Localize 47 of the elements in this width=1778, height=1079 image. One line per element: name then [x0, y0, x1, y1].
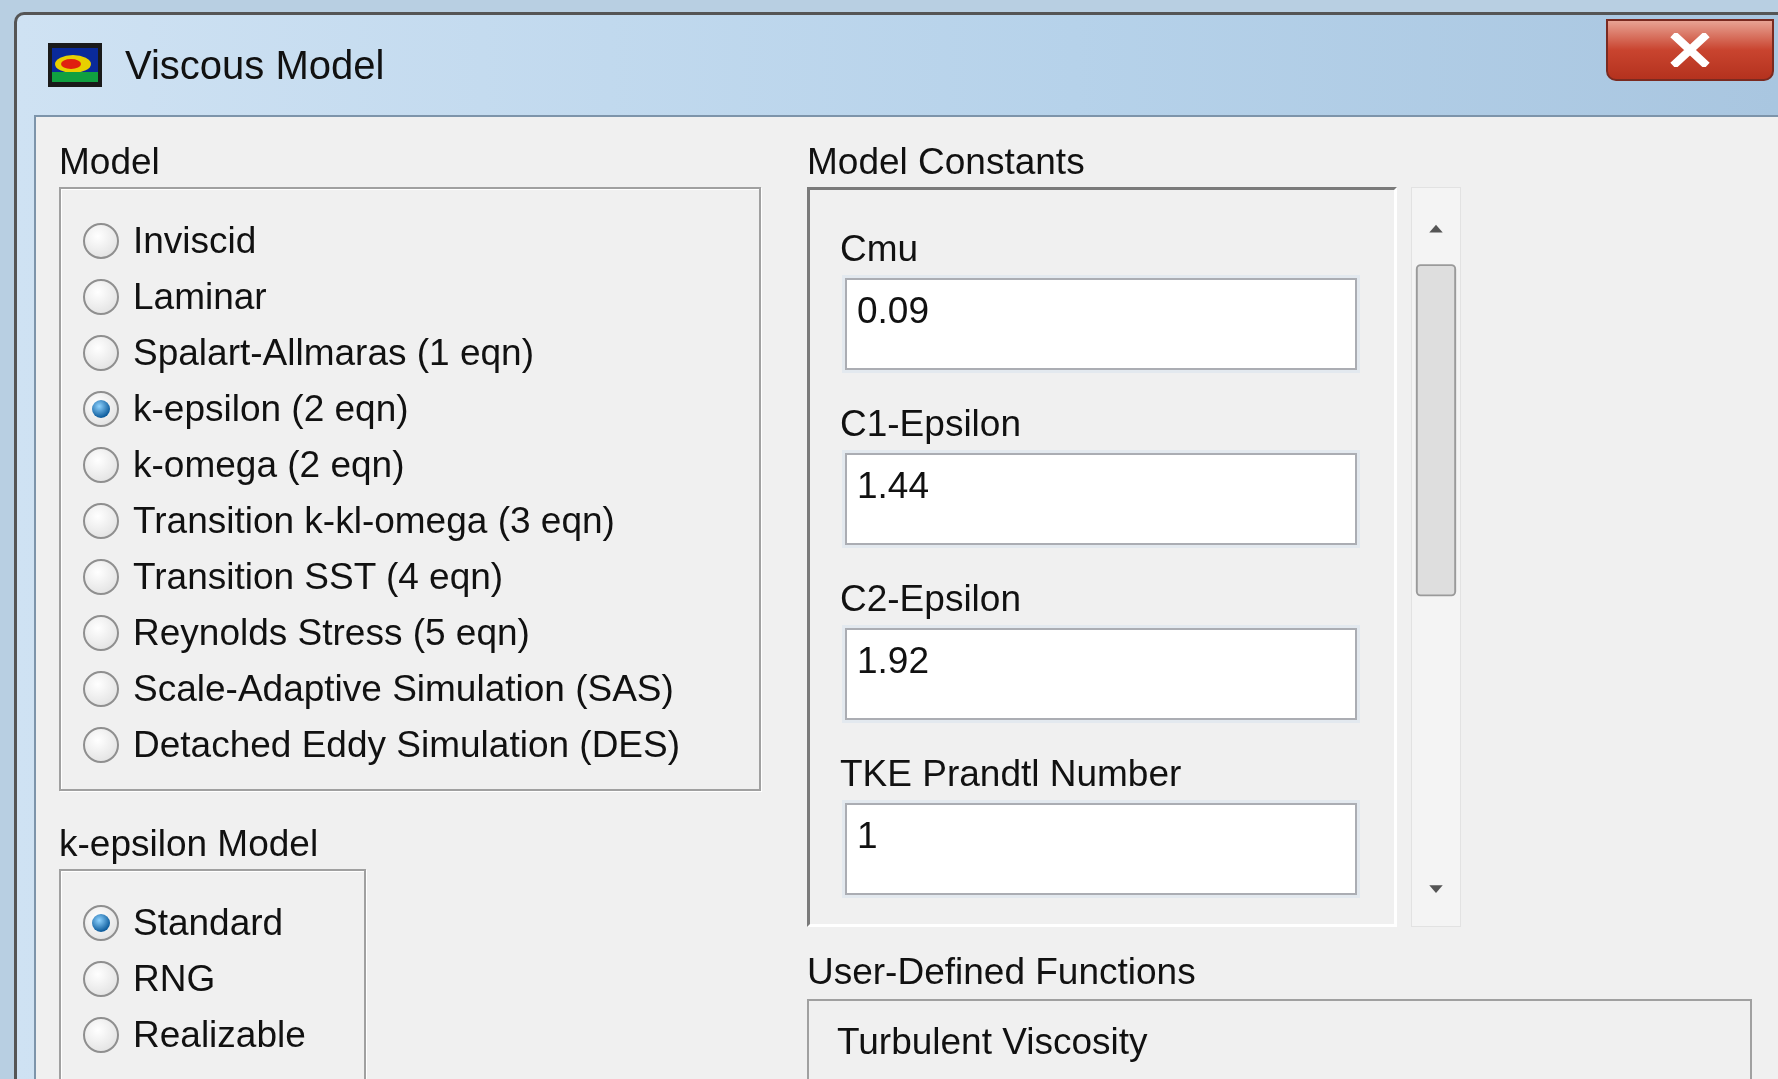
scroll-up-icon[interactable] [1429, 224, 1443, 233]
field-label: Turbulent Viscosity [837, 1021, 1148, 1062]
group-label: User-Defined Functions [807, 950, 1196, 994]
input-field[interactable]: 1.44 [845, 453, 1357, 545]
radio-label: k-omega (2 eqn) [133, 444, 405, 486]
close-icon [1670, 33, 1710, 67]
radio-button[interactable] [83, 905, 119, 941]
field-label: C2-Epsilon [840, 577, 1021, 621]
input-field[interactable]: 0.09 [845, 278, 1357, 370]
group-label: Model Constants [807, 140, 1085, 184]
radio-button[interactable] [83, 727, 119, 763]
radio-label: Detached Eddy Simulation (DES) [133, 724, 681, 766]
group-label: k-epsilon Model [59, 822, 319, 866]
radio-label: Standard [133, 902, 284, 944]
radio-label: Reynolds Stress (5 eqn) [133, 612, 530, 654]
field-label: C1-Epsilon [840, 402, 1021, 446]
scrollbar[interactable] [1411, 187, 1461, 927]
radio-button[interactable] [83, 503, 119, 539]
radio-button[interactable] [83, 335, 119, 371]
radio-button[interactable] [83, 223, 119, 259]
radio-label: RNG [133, 958, 216, 1000]
radio-button[interactable] [83, 615, 119, 651]
radio-button[interactable] [83, 559, 119, 595]
radio-label: Realizable [133, 1014, 306, 1056]
input-field[interactable]: 1.92 [845, 628, 1357, 720]
radio-label: Transition k-kl-omega (3 eqn) [133, 500, 615, 542]
window-title: Viscous Model [125, 42, 385, 88]
radio-label: Scale-Adaptive Simulation (SAS) [133, 668, 674, 710]
radio-label: k-epsilon (2 eqn) [133, 388, 409, 430]
radio-button[interactable] [83, 671, 119, 707]
radio-label: Spalart-Allmaras (1 eqn) [133, 332, 534, 374]
group-label: Model [59, 140, 160, 184]
radio-button[interactable] [83, 391, 119, 427]
close-button[interactable] [1606, 19, 1774, 81]
radio-button[interactable] [83, 447, 119, 483]
radio-button[interactable] [83, 1017, 119, 1053]
radio-label: Inviscid [133, 220, 257, 262]
field-label: Cmu [840, 227, 919, 271]
input-field[interactable]: 1 [845, 803, 1357, 895]
scroll-thumb[interactable] [1415, 264, 1457, 597]
radio-label: Transition SST (4 eqn) [133, 556, 504, 598]
scroll-down-icon[interactable] [1429, 885, 1443, 893]
field-label: TKE Prandtl Number [840, 752, 1182, 796]
radio-button[interactable] [83, 961, 119, 997]
app-icon [47, 42, 103, 88]
radio-label: Laminar [133, 276, 267, 318]
radio-button[interactable] [83, 279, 119, 315]
